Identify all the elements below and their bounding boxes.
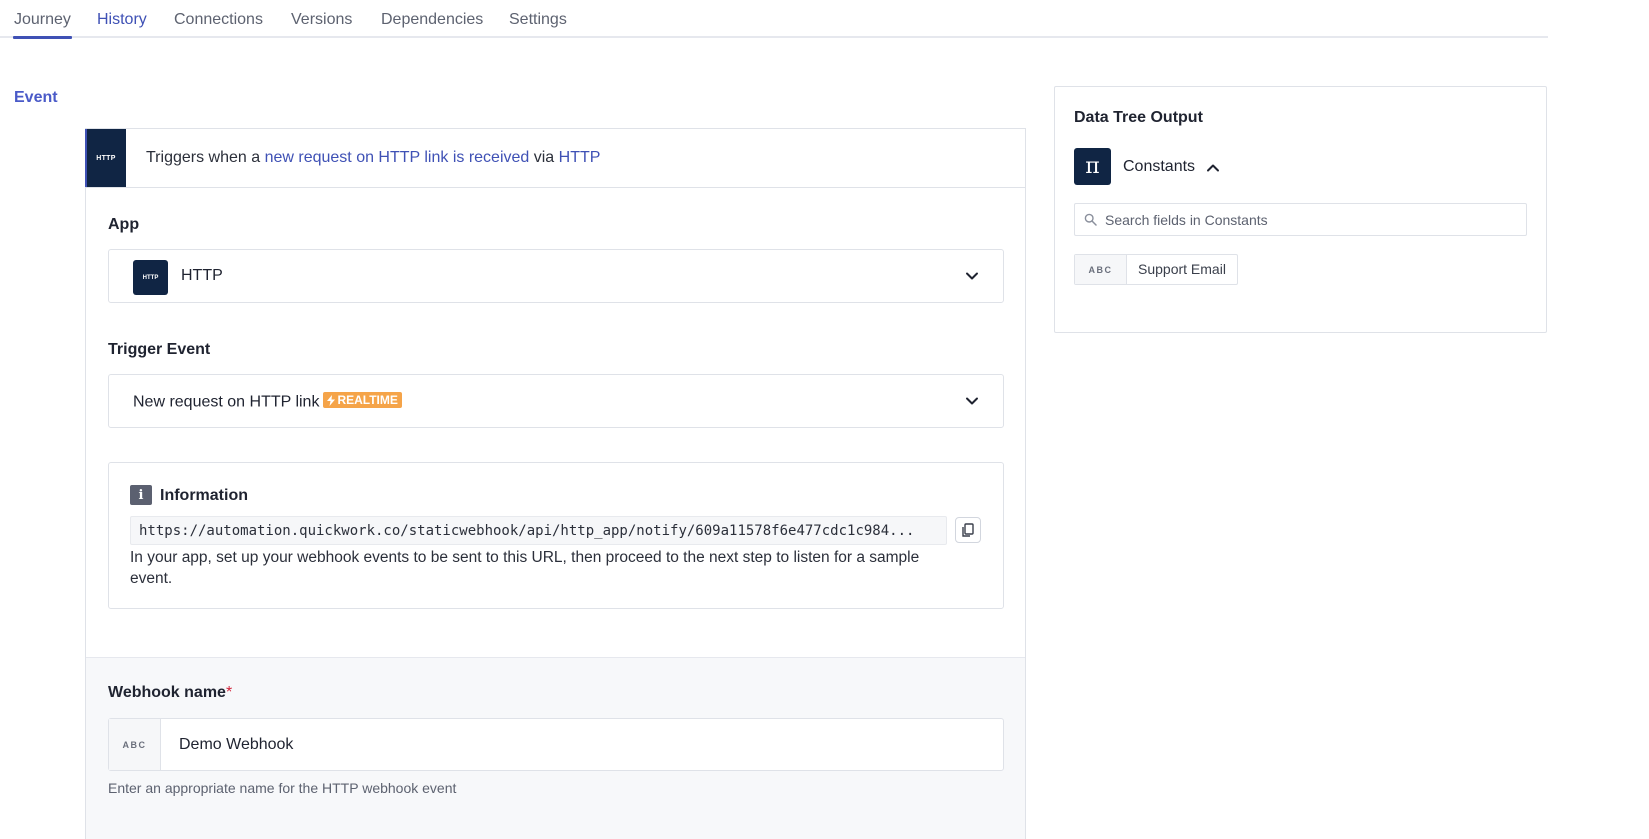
field-label: Support Email: [1138, 261, 1226, 277]
webhook-name-value[interactable]: Demo Webhook: [179, 736, 293, 754]
webhook-name-label: Webhook name*: [108, 684, 232, 702]
webhook-url-field[interactable]: https://automation.quickwork.co/staticwe…: [130, 516, 947, 545]
http-app-icon: HTTP: [133, 260, 168, 295]
tab-journey[interactable]: Journey: [13, 11, 72, 39]
tab-bar: Journey History Connections Versions Dep…: [0, 0, 1548, 39]
field-type-tag: ABC: [1075, 255, 1127, 284]
pi-icon: π: [1074, 148, 1111, 185]
chevron-down-icon: [966, 397, 978, 405]
trigger-prefix: Triggers when a: [146, 149, 265, 166]
tab-history[interactable]: History: [97, 11, 147, 29]
section-title: Event: [14, 89, 58, 106]
webhook-name-input[interactable]: ABC Demo Webhook: [108, 718, 1004, 771]
app-select-value: HTTP: [181, 267, 223, 284]
webhook-name-hint: Enter an appropriate name for the HTTP w…: [108, 780, 457, 796]
search-icon: [1084, 213, 1097, 226]
copy-url-button[interactable]: [955, 517, 981, 543]
trigger-summary: HTTP Triggers when a new request on HTTP…: [85, 129, 1025, 188]
trigger-event-value: New request on HTTP link REALTIME: [133, 392, 402, 412]
event-card: HTTP Triggers when a new request on HTTP…: [85, 128, 1026, 839]
lightning-icon: [327, 394, 336, 406]
trigger-event-select[interactable]: New request on HTTP link REALTIME: [108, 374, 1004, 428]
constants-toggle[interactable]: Constants: [1123, 158, 1195, 176]
info-icon: i: [130, 485, 152, 505]
text-type-tag: ABC: [109, 719, 161, 770]
trigger-description: Triggers when a new request on HTTP link…: [146, 149, 600, 167]
tab-connections[interactable]: Connections: [174, 11, 263, 29]
app-select[interactable]: HTTP HTTP: [108, 249, 1004, 303]
trigger-event-text: New request on HTTP link: [133, 393, 320, 411]
data-field-chip[interactable]: ABC Support Email: [1074, 254, 1238, 285]
tab-settings[interactable]: Settings: [509, 11, 567, 29]
http-app-badge: HTTP: [85, 129, 126, 187]
data-tree-panel: Data Tree Output π Constants ABC Support…: [1054, 86, 1547, 333]
information-title: Information: [160, 487, 248, 504]
constants-search-box: [1074, 203, 1527, 236]
realtime-badge: REALTIME: [323, 392, 402, 408]
chevron-down-icon: [966, 272, 978, 280]
trigger-event-label: Trigger Event: [108, 341, 211, 358]
app-label: App: [108, 216, 140, 233]
trigger-app-link[interactable]: HTTP: [559, 149, 601, 166]
webhook-name-label-text: Webhook name: [108, 684, 226, 701]
trigger-event-link[interactable]: new request on HTTP link is received: [265, 149, 530, 166]
tab-dependencies[interactable]: Dependencies: [381, 11, 483, 29]
realtime-badge-label: REALTIME: [337, 393, 398, 407]
required-mark: *: [225, 684, 233, 701]
chevron-up-icon[interactable]: [1206, 161, 1220, 175]
constants-search-input[interactable]: [1105, 204, 1520, 235]
data-tree-title: Data Tree Output: [1074, 109, 1203, 126]
tab-versions[interactable]: Versions: [291, 11, 352, 29]
copy-icon: [962, 523, 974, 537]
information-box: i Information https://automation.quickwo…: [108, 462, 1004, 609]
information-description: In your app, set up your webhook events …: [130, 549, 920, 587]
trigger-via: via: [529, 149, 559, 166]
